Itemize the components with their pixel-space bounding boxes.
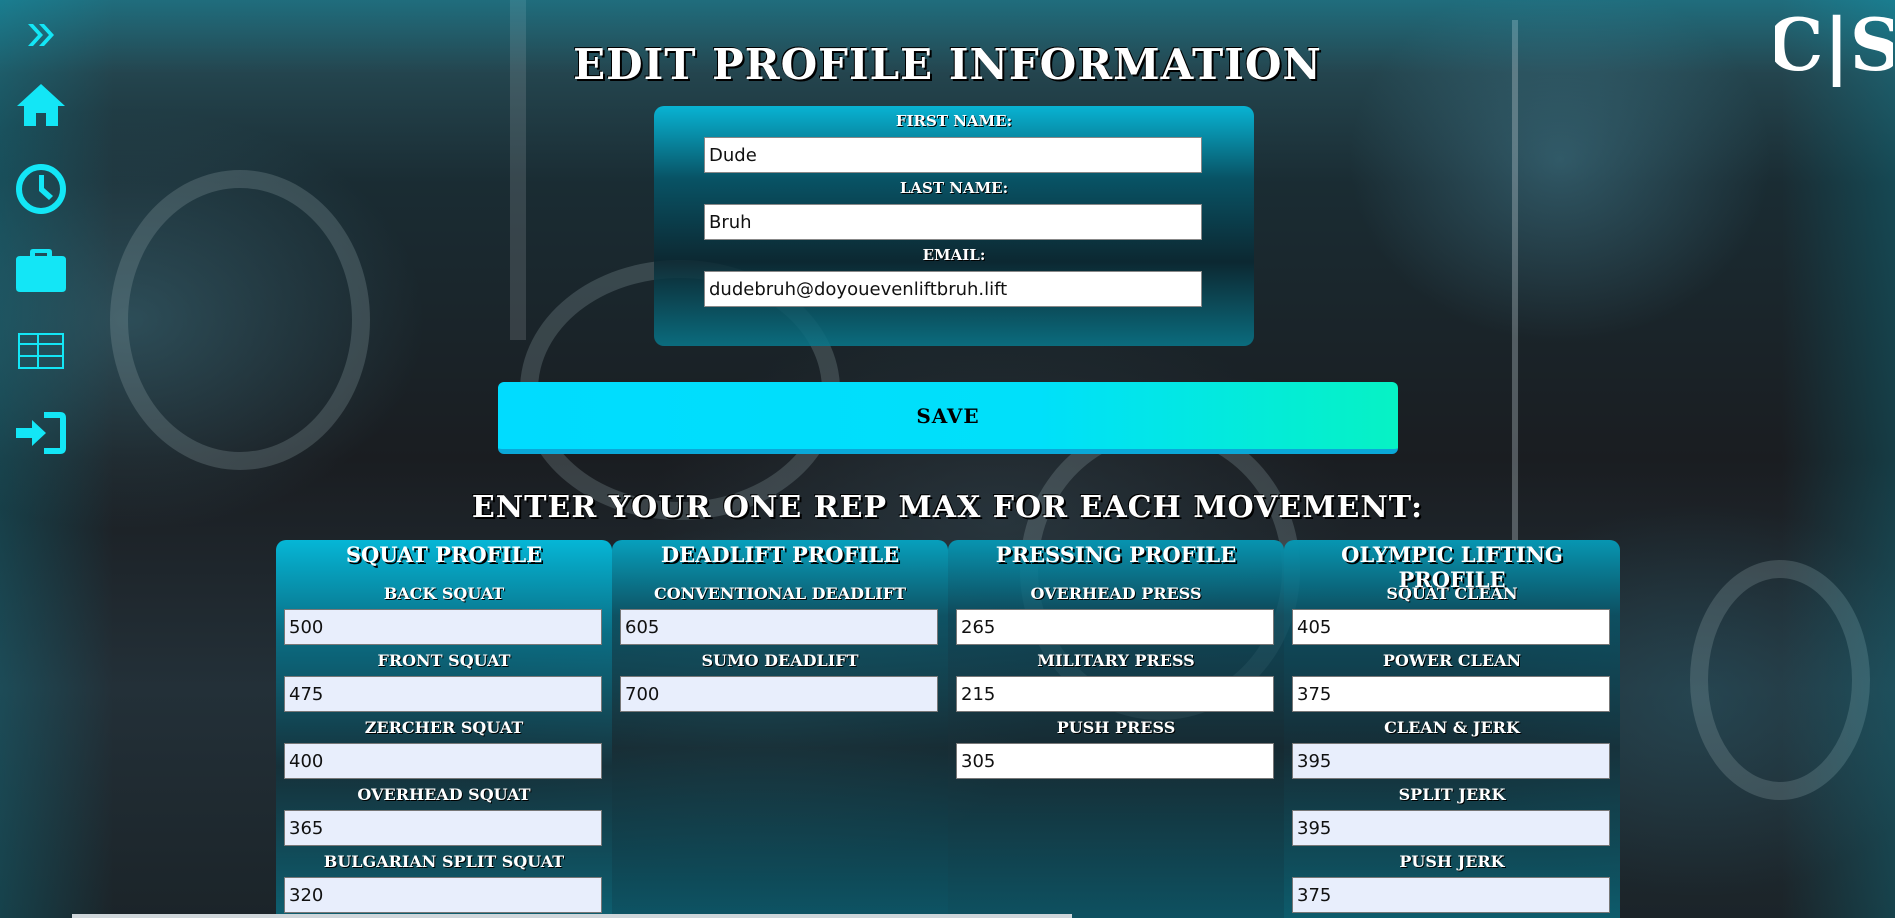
front-squat-input[interactable]: 475 [284, 676, 602, 712]
back-squat-label: BACK SQUAT [383, 584, 505, 603]
pressing-profile-title: PRESSING PROFILE [995, 542, 1237, 567]
split-jerk-label: SPLIT JERK [1398, 785, 1506, 804]
military-press-label: MILITARY PRESS [1037, 651, 1195, 670]
front-squat-label: FRONT SQUAT [377, 651, 511, 670]
split-jerk-input[interactable]: 395 [1292, 810, 1610, 846]
power-clean-input[interactable]: 375 [1292, 676, 1610, 712]
sidebar [0, 0, 86, 918]
deadlift-profile-column: DEADLIFT PROFILE CONVENTIONAL DEADLIFT 6… [612, 540, 948, 918]
push-jerk-label: PUSH JERK [1399, 852, 1505, 871]
save-button-label: SAVE [916, 403, 980, 428]
email-label: EMAIL: [922, 246, 986, 264]
last-name-input[interactable]: Bruh [704, 204, 1202, 240]
workouts-nav-button[interactable] [14, 242, 68, 296]
last-name-label: LAST NAME: [899, 179, 1009, 197]
push-press-label: PUSH PRESS [1056, 718, 1176, 737]
squat-profile-column: SQUAT PROFILE BACK SQUAT 500 FRONT SQUAT… [276, 540, 612, 918]
first-name-input[interactable]: Dude [704, 137, 1202, 173]
clean-and-jerk-input[interactable]: 395 [1292, 743, 1610, 779]
table-icon [18, 333, 64, 369]
back-squat-input[interactable]: 500 [284, 609, 602, 645]
overhead-press-input[interactable]: 265 [956, 609, 1274, 645]
email-input[interactable]: dudebruh@doyouevenliftbruh.lift [704, 271, 1202, 307]
clean-and-jerk-label: CLEAN & JERK [1384, 718, 1520, 737]
pressing-profile-column: PRESSING PROFILE OVERHEAD PRESS 265 MILI… [948, 540, 1284, 918]
overhead-squat-input[interactable]: 365 [284, 810, 602, 846]
overhead-press-label: OVERHEAD PRESS [1030, 584, 1202, 603]
bulgarian-split-squat-input[interactable]: 320 [284, 877, 602, 913]
push-jerk-input[interactable]: 375 [1292, 877, 1610, 913]
squat-clean-label: SQUAT CLEAN [1386, 584, 1518, 603]
profile-form: FIRST NAME: Dude LAST NAME: Bruh EMAIL: … [654, 106, 1254, 346]
rack-pole [1512, 20, 1518, 540]
sumo-deadlift-label: SUMO DEADLIFT [701, 651, 859, 670]
zercher-squat-input[interactable]: 400 [284, 743, 602, 779]
history-nav-button[interactable] [14, 162, 68, 216]
conventional-deadlift-label: CONVENTIONAL DEADLIFT [653, 584, 907, 603]
olympic-lifting-profile-column: OLYMPIC LIFTING PROFILE SQUAT CLEAN 405 … [1284, 540, 1620, 918]
zercher-squat-label: ZERCHER SQUAT [364, 718, 524, 737]
programs-nav-button[interactable] [14, 324, 68, 378]
kettlebell-handle-shape [1690, 560, 1870, 800]
conventional-deadlift-input[interactable]: 605 [620, 609, 938, 645]
login-nav-button[interactable] [14, 406, 68, 460]
bulgarian-split-squat-label: BULGARIAN SPLIT SQUAT [323, 852, 565, 871]
deadlift-profile-title: DEADLIFT PROFILE [660, 542, 900, 567]
sign-in-icon [16, 412, 66, 454]
kettlebell-handle-shape [110, 170, 370, 470]
overhead-squat-label: OVERHEAD SQUAT [357, 785, 531, 804]
squat-clean-input[interactable]: 405 [1292, 609, 1610, 645]
clock-icon [16, 164, 66, 214]
briefcase-icon [16, 249, 66, 292]
save-button[interactable]: SAVE [498, 382, 1398, 454]
sumo-deadlift-input[interactable]: 700 [620, 676, 938, 712]
squat-profile-title: SQUAT PROFILE [345, 542, 543, 567]
horizontal-scrollbar[interactable] [72, 914, 1072, 918]
power-clean-label: POWER CLEAN [1382, 651, 1522, 670]
page-title: EDIT PROFILE INFORMATION [573, 40, 1322, 89]
military-press-input[interactable]: 215 [956, 676, 1274, 712]
rep-max-title: ENTER YOUR ONE REP MAX FOR EACH MOVEMENT… [471, 490, 1424, 525]
first-name-label: FIRST NAME: [895, 112, 1013, 130]
push-press-input[interactable]: 305 [956, 743, 1274, 779]
